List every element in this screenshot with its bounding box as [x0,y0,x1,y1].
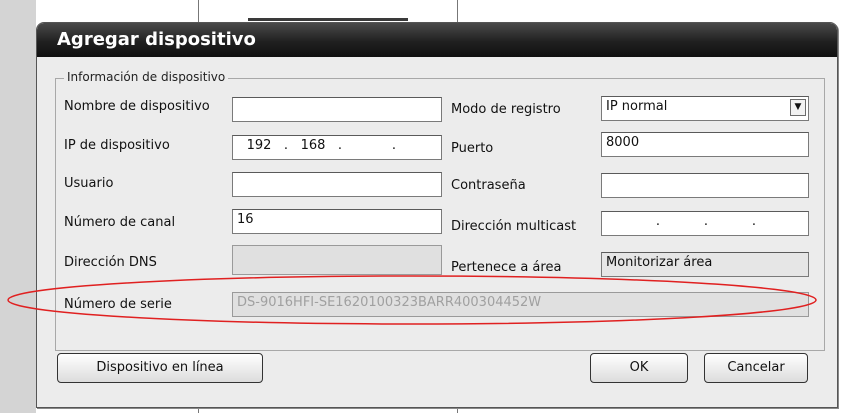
register-mode-label: Modo de registro [451,102,561,117]
dns-input[interactable] [232,245,442,275]
serial-input[interactable]: DS-9016HFI-SE1620100323BARR400304452W [232,292,809,317]
add-device-dialog: Agregar dispositivo Información de dispo… [36,22,838,408]
ip-octet[interactable]: 168 [291,138,335,153]
ip-dot: . [337,138,343,153]
ip-octet[interactable]: 192 [237,138,281,153]
device-info-group-title: Información de dispositivo [64,70,229,84]
cancel-button[interactable]: Cancelar [704,353,808,383]
password-input[interactable] [601,173,809,198]
area-label: Pertenece a área [451,260,562,275]
serial-label: Número de serie [64,297,172,312]
device-online-button[interactable]: Dispositivo en línea [57,353,263,383]
device-name-label: Nombre de dispositivo [64,99,210,114]
channel-count-label: Número de canal [64,215,176,230]
ip-dot: . [391,138,397,153]
dialog-titlebar[interactable]: Agregar dispositivo [37,23,837,57]
channel-count-input[interactable]: 16 [232,209,442,234]
port-input[interactable]: 8000 [601,132,809,157]
multicast-label: Dirección multicast [451,219,577,234]
background-divider [457,408,458,413]
user-label: Usuario [64,176,114,191]
register-mode-value: IP normal [606,99,668,114]
dialog-title: Agregar dispositivo [57,29,256,50]
background-divider [198,0,199,22]
background-tab-edge [248,18,408,21]
ip-dot: . [751,214,757,229]
ip-dot: . [655,214,661,229]
background-divider [457,0,458,22]
device-name-input[interactable] [232,97,442,122]
multicast-input[interactable]: ... [601,211,809,236]
area-field[interactable]: Monitorizar área [601,252,809,277]
port-label: Puerto [451,141,494,156]
background-panel [0,0,36,413]
ip-dot: . [283,138,289,153]
ip-dot: . [703,214,709,229]
dns-label: Dirección DNS [64,255,157,270]
register-mode-select[interactable]: IP normal ▼ [601,96,809,121]
device-ip-label: IP de dispositivo [64,138,170,153]
user-input[interactable] [232,172,442,197]
password-label: Contraseña [451,178,526,193]
background-divider [198,408,199,413]
device-ip-input[interactable]: 192. 168.. [232,135,442,160]
chevron-down-icon[interactable]: ▼ [790,99,806,116]
ok-button[interactable]: OK [590,353,688,383]
